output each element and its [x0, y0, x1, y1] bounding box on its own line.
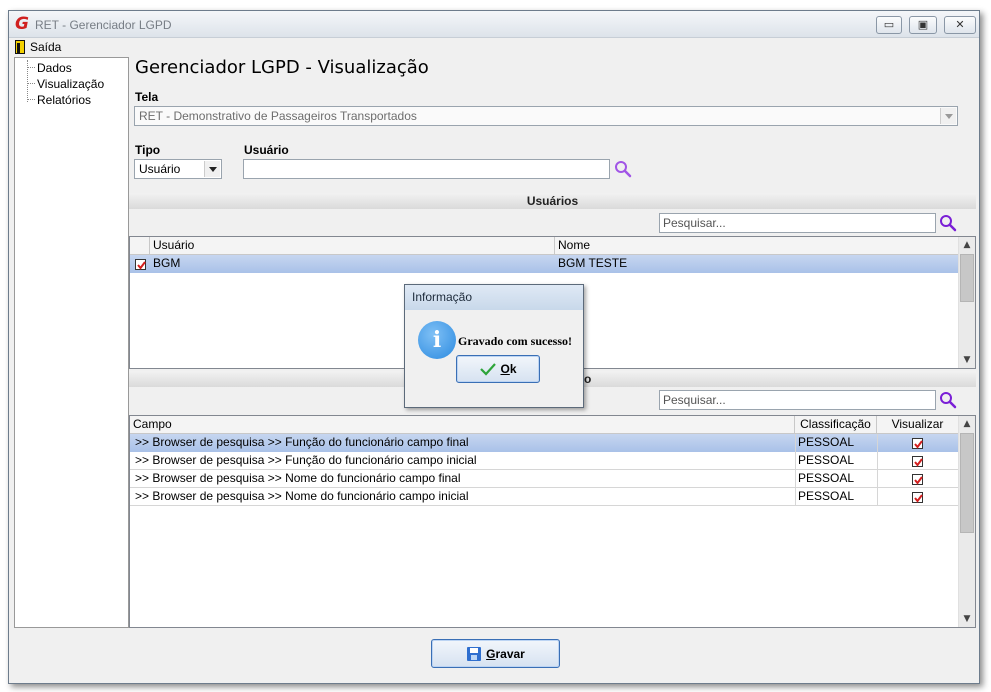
search-icon[interactable] [614, 160, 632, 178]
fields-cell-classificacao: PESSOAL [798, 435, 855, 449]
window-title: RET - Gerenciador LGPD [35, 18, 172, 32]
fields-cell-campo: >> Browser de pesquisa >> Nome do funcio… [135, 471, 461, 485]
info-icon: i [418, 321, 456, 359]
scroll-up-icon[interactable]: ▲ [959, 237, 975, 253]
scroll-up-icon[interactable]: ▲ [959, 416, 975, 432]
checkmark-icon [137, 261, 146, 270]
tree-connector-tick [27, 99, 35, 100]
checkmark-icon [914, 476, 923, 485]
chevron-down-icon [204, 161, 220, 177]
users-section-header: Usuários [129, 193, 976, 209]
navigation-tree: Dados Visualização Relatórios [14, 57, 129, 628]
checkmark-icon [914, 458, 923, 467]
tree-item-visualizacao[interactable]: Visualização [37, 77, 104, 91]
users-search-input[interactable]: Pesquisar... [659, 213, 936, 233]
fields-cell-classificacao: PESSOAL [798, 471, 855, 485]
row-checkbox[interactable] [135, 259, 146, 270]
visualizar-checkbox[interactable] [912, 474, 923, 485]
visualizar-checkbox[interactable] [912, 492, 923, 503]
fields-cell-campo: >> Browser de pesquisa >> Função do func… [135, 453, 477, 467]
checkmark-icon [914, 494, 923, 503]
fields-grid-header-campo[interactable]: Campo [130, 416, 795, 434]
save-button-label: Gravar [486, 647, 525, 661]
fields-cell-classificacao: PESSOAL [798, 453, 855, 467]
tree-connector-tick [27, 67, 35, 68]
tipo-label: Tipo [135, 143, 161, 157]
users-grid-header-check [130, 237, 150, 255]
fields-cell-campo: >> Browser de pesquisa >> Nome do funcio… [135, 489, 469, 503]
usuario-label: Usuário [244, 143, 289, 157]
tree-item-dados[interactable]: Dados [37, 61, 72, 75]
users-grid-header-usuario[interactable]: Usuário [150, 237, 555, 255]
check-icon [480, 363, 497, 376]
tipo-select[interactable]: Usuário [134, 159, 222, 179]
scroll-down-icon[interactable]: ▼ [959, 352, 975, 368]
menu-bar: Saída [9, 38, 979, 56]
ok-button-mnemonic: O [500, 362, 510, 376]
scroll-thumb[interactable] [960, 433, 974, 533]
dialog-title: Informação [405, 285, 583, 310]
save-button-label-rest: ravar [495, 646, 525, 661]
exit-menu-label: Saída [30, 40, 62, 54]
fields-cell-campo: >> Browser de pesquisa >> Função do func… [135, 435, 469, 449]
title-bar: G RET - Gerenciador LGPD ▭ ▣ ✕ [9, 11, 979, 38]
save-button[interactable]: Gravar [431, 639, 560, 668]
checkmark-icon [914, 440, 923, 449]
users-grid-header-nome[interactable]: Nome [555, 237, 959, 255]
minimize-button[interactable]: ▭ [876, 16, 902, 34]
fields-grid-header-classificacao[interactable]: Classificação [795, 416, 877, 434]
close-button[interactable]: ✕ [944, 16, 976, 34]
fields-grid-scrollbar[interactable]: ▲ ▼ [958, 416, 975, 627]
column-divider [877, 434, 878, 506]
users-search-icon[interactable] [939, 214, 957, 232]
fields-grid: Campo Classificação Visualizar >> Browse… [129, 415, 976, 628]
maximize-button[interactable]: ▣ [909, 16, 937, 34]
ok-button-label: Ok [500, 362, 516, 376]
fields-section-title-fragment: o [584, 372, 592, 386]
users-cell-usuario: BGM [153, 256, 181, 270]
exit-menu-item[interactable]: Saída [15, 39, 61, 55]
tela-label: Tela [135, 90, 159, 104]
exit-door-icon [15, 40, 25, 54]
fields-grid-header-visualizar[interactable]: Visualizar [877, 416, 959, 434]
dialog-message: Gravado com sucesso! [458, 334, 572, 348]
tela-select[interactable]: RET - Demonstrativo de Passageiros Trans… [134, 106, 958, 126]
tree-item-relatorios[interactable]: Relatórios [37, 93, 91, 107]
usuario-input[interactable] [243, 159, 610, 179]
page-title: Gerenciador LGPD - Visualização [135, 57, 429, 78]
visualizar-checkbox[interactable] [912, 456, 923, 467]
chevron-down-icon [940, 108, 956, 124]
column-divider [795, 434, 796, 506]
tree-connector-tick [27, 83, 35, 84]
ok-button-label-rest: k [509, 362, 517, 376]
fields-cell-classificacao: PESSOAL [798, 489, 855, 503]
floppy-disk-icon [467, 646, 482, 661]
users-cell-nome: BGM TESTE [558, 256, 628, 270]
users-grid-scrollbar[interactable]: ▲ ▼ [958, 237, 975, 368]
app-logo-icon: G [15, 14, 29, 34]
tipo-select-value: Usuário [139, 162, 181, 176]
scroll-thumb[interactable] [960, 254, 974, 302]
fields-search-icon[interactable] [939, 391, 957, 409]
visualizar-checkbox[interactable] [912, 438, 923, 449]
ok-button[interactable]: Ok [456, 355, 540, 383]
scroll-down-icon[interactable]: ▼ [959, 611, 975, 627]
tela-select-value: RET - Demonstrativo de Passageiros Trans… [139, 109, 417, 123]
fields-search-input[interactable]: Pesquisar... [659, 390, 936, 410]
info-dialog: Informação i Gravado com sucesso! Ok [404, 284, 584, 408]
